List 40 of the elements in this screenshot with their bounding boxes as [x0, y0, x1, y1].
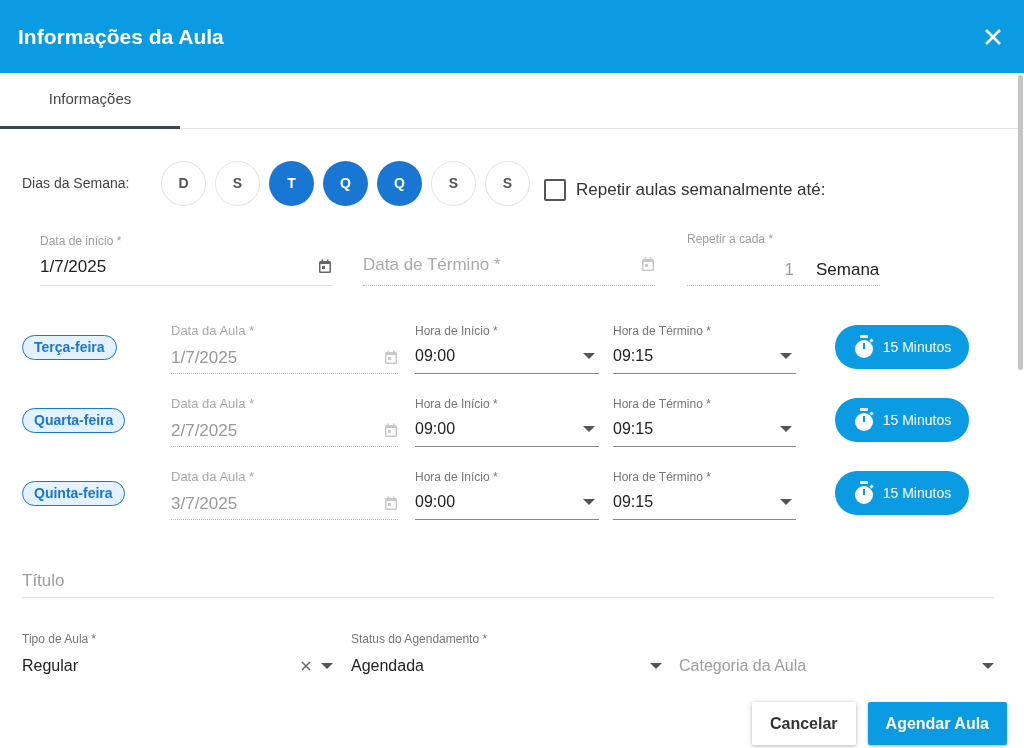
start-date-field[interactable]: Data de início * 1/7/2025	[40, 236, 332, 286]
checkbox-label: Repetir aulas semanalmente até:	[576, 178, 826, 201]
stopwatch-icon	[852, 335, 875, 359]
dropdown-caret-icon[interactable]	[583, 353, 595, 359]
checkbox[interactable]	[544, 178, 566, 201]
end-time-select[interactable]: Hora de Término * 09:15	[613, 393, 796, 447]
dropdown-caret-icon[interactable]	[780, 426, 792, 432]
end-time-select[interactable]: Hora de Término * 09:15	[613, 466, 796, 520]
class-type-select[interactable]: Tipo de Aula * Regular	[22, 630, 333, 678]
stopwatch-icon	[852, 481, 875, 505]
clear-icon[interactable]	[301, 661, 311, 671]
weekday-toggle[interactable]: S	[215, 161, 260, 206]
close-icon	[984, 27, 1002, 46]
cancel-button[interactable]: Cancelar	[752, 702, 856, 745]
dialog-title: Informações da Aula	[18, 23, 224, 50]
dropdown-caret-icon[interactable]	[583, 499, 595, 505]
weekday-toggle[interactable]: S	[485, 161, 530, 206]
close-button[interactable]	[984, 27, 1002, 46]
stopwatch-icon	[852, 408, 875, 432]
weekday-toggle[interactable]: Q	[377, 161, 422, 206]
dropdown-caret-icon[interactable]	[583, 426, 595, 432]
start-time-select[interactable]: Hora de Início * 09:00	[415, 466, 599, 520]
status-select[interactable]: Status do Agendamento * Agendada	[351, 630, 662, 678]
dropdown-caret-icon[interactable]	[780, 353, 792, 359]
weekday-toggle[interactable]: Q	[323, 161, 368, 206]
repeat-every-label: Repetir a cada *	[687, 231, 775, 248]
scrollbar[interactable]	[1018, 75, 1023, 370]
calendar-icon[interactable]	[318, 258, 332, 274]
dropdown-caret-icon[interactable]	[321, 663, 333, 669]
dropdown-caret-icon[interactable]	[982, 663, 994, 669]
end-time-select[interactable]: Hora de Término * 09:15	[613, 320, 796, 374]
tab[interactable]: Informações	[0, 73, 180, 129]
weekdays-label: Dias da Semana:	[22, 174, 131, 193]
weekday-toggle[interactable]: D	[161, 161, 206, 206]
dropdown-caret-icon[interactable]	[650, 663, 662, 669]
start-time-select[interactable]: Hora de Início * 09:00	[415, 393, 599, 447]
start-time-select[interactable]: Hora de Início * 09:00	[415, 320, 599, 374]
weekday-toggle[interactable]: T	[269, 161, 314, 206]
weekday-toggle[interactable]: S	[431, 161, 476, 206]
dropdown-caret-icon[interactable]	[780, 499, 792, 505]
